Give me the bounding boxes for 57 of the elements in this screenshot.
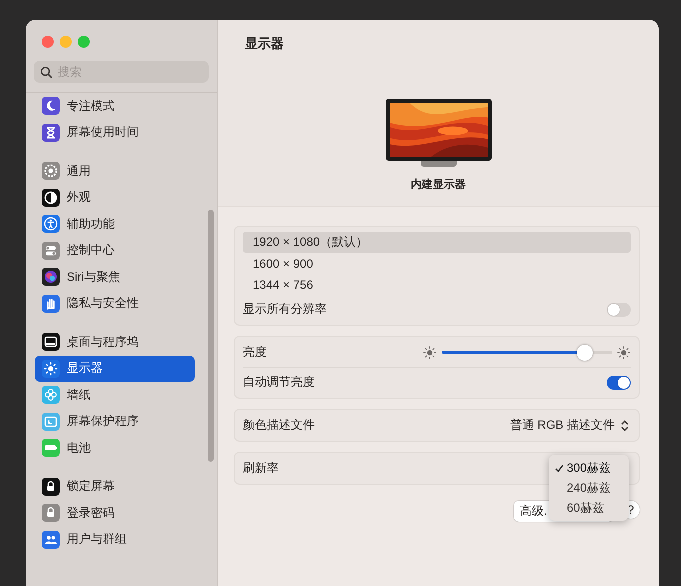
sidebar-item[interactable]: 屏幕使用时间 xyxy=(35,120,195,146)
scrollbar[interactable] xyxy=(208,210,214,462)
sidebar-item[interactable]: Siri与聚焦 xyxy=(35,264,195,290)
sidebar-item[interactable]: 锁定屏幕 xyxy=(35,474,195,500)
menu-item[interactable]: 240赫兹 xyxy=(549,478,629,498)
toggle-switch[interactable] xyxy=(607,302,631,316)
gear-icon xyxy=(42,162,60,180)
sidebar-item[interactable]: 通用 xyxy=(35,158,195,184)
check-icon xyxy=(555,464,564,472)
close-button[interactable] xyxy=(42,36,54,48)
sun-icon xyxy=(617,346,631,360)
people-icon xyxy=(42,530,60,549)
hand-icon xyxy=(42,294,60,313)
slider-thumb[interactable] xyxy=(576,344,593,360)
contrast-icon xyxy=(42,188,60,207)
window-icon xyxy=(42,333,60,352)
sidebar-item[interactable]: 隐私与安全性 xyxy=(35,290,195,317)
battery-icon xyxy=(42,439,60,458)
toggle-switch[interactable] xyxy=(607,376,631,390)
resolution-option[interactable]: 1344 × 756 xyxy=(243,274,631,295)
profile-popup[interactable]: 普通 RGB 描述文件 xyxy=(510,417,631,434)
monitor-stand xyxy=(420,161,456,167)
setting-label: 颜色描述文件 xyxy=(243,417,315,434)
sidebar-item[interactable]: 显示器 xyxy=(35,356,195,382)
menu-item[interactable]: 300赫兹 xyxy=(549,458,629,478)
sidebar-item[interactable]: 专注模式 xyxy=(35,93,195,120)
resolution-option[interactable]: 1600 × 900 xyxy=(243,253,631,274)
setting-label: 自动调节亮度 xyxy=(243,374,315,391)
sidebar-item[interactable]: 辅助功能 xyxy=(35,211,195,238)
resolution-option[interactable]: 1920 × 1080（默认） xyxy=(243,232,631,253)
screen-icon xyxy=(42,412,60,431)
person-icon xyxy=(42,215,60,234)
sidebar-item[interactable]: 电池 xyxy=(35,435,195,462)
moon-icon xyxy=(42,97,60,116)
display-name: 内建显示器 xyxy=(411,178,466,192)
page-title: 显示器 xyxy=(245,35,284,53)
flower-icon xyxy=(42,386,60,404)
toggles-icon xyxy=(42,242,60,260)
sidebar-item[interactable]: 桌面与程序坞 xyxy=(35,329,195,356)
sun-icon xyxy=(423,346,437,360)
setting-label: 显示所有分辨率 xyxy=(243,301,327,318)
lock-icon xyxy=(42,504,60,522)
updown-icon xyxy=(619,418,631,432)
sidebar-item[interactable]: 登录密码 xyxy=(35,500,195,526)
minimize-button[interactable] xyxy=(60,36,72,48)
sidebar-item[interactable]: 墙纸 xyxy=(35,382,195,408)
setting-label: 刷新率 xyxy=(243,460,279,477)
sidebar-item[interactable]: 外观 xyxy=(35,184,195,211)
sidebar-item[interactable]: 用户与群组 xyxy=(35,526,195,553)
hourglass-icon xyxy=(42,124,60,142)
lock-icon xyxy=(42,478,60,496)
sidebar-item[interactable]: 控制中心 xyxy=(35,238,195,264)
sidebar-item[interactable]: 屏幕保护程序 xyxy=(35,408,195,435)
zoom-button[interactable] xyxy=(78,36,90,48)
orb-icon xyxy=(42,268,60,286)
sun-icon xyxy=(42,360,60,378)
setting-label: 亮度 xyxy=(243,344,267,361)
